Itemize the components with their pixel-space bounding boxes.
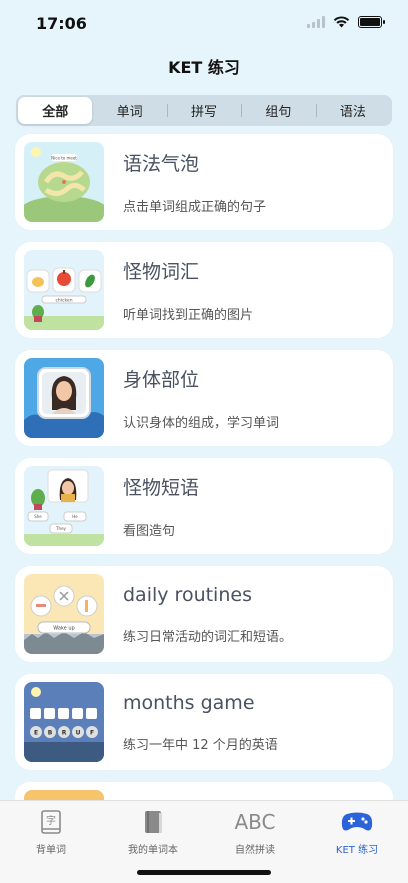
segment-spelling[interactable]: 拼写 xyxy=(166,97,241,124)
tab-label: 自然拼读 xyxy=(235,845,275,856)
segment-grammar[interactable]: 语法 xyxy=(315,97,390,124)
phrase-label-he: He xyxy=(72,514,78,519)
book-char-glyph: 字 xyxy=(46,814,56,827)
status-icons xyxy=(307,16,385,28)
tab-label: 背单词 xyxy=(36,845,66,856)
cellular-signal-icon xyxy=(307,16,325,28)
card-title: daily routines xyxy=(123,583,252,606)
card-subtitle: 练习一年中 12 个月的英语 xyxy=(123,737,278,753)
card-subtitle: 练习日常活动的词汇和短语。 xyxy=(123,629,293,645)
grammar-thumb-label: Nice to meet xyxy=(51,156,77,161)
daily-routine-thumb-label: Wake up xyxy=(53,626,74,632)
tab-label: 我的单词本 xyxy=(128,845,178,856)
card-subtitle: 点击单词组成正确的句子 xyxy=(123,200,267,215)
notebook-icon xyxy=(137,808,169,836)
phrase-label-they: They xyxy=(55,526,66,531)
card-title: 怪物短语 xyxy=(123,477,200,499)
status-time: 17:06 xyxy=(36,13,87,33)
status-bar: 17:06 xyxy=(0,0,408,44)
month-letter: U xyxy=(76,730,81,737)
card-title: 语法气泡 xyxy=(123,153,200,175)
body-parts-thumbnail xyxy=(24,358,104,438)
abc-icon: ABC xyxy=(235,808,276,836)
book-char-icon: 字 xyxy=(35,808,67,836)
segment-sentences[interactable]: 组句 xyxy=(241,97,315,124)
exercise-card-monster-vocab[interactable]: chicken 怪物词汇 听单词找到正确的图片 xyxy=(15,242,393,338)
tab-label: KET 练习 xyxy=(335,845,379,856)
segment-all[interactable]: 全部 xyxy=(18,97,93,124)
months-game-thumbnail: E B R U F xyxy=(24,682,104,762)
phrase-label-she: She xyxy=(34,514,42,519)
abc-glyph: ABC xyxy=(234,810,276,834)
tab-ket-practice[interactable]: KET 练习 xyxy=(306,801,408,883)
card-title: 怪物词汇 xyxy=(123,261,200,283)
exercise-card-daily-routines[interactable]: Wake up daily routines 练习日常活动的词汇和短语。 xyxy=(15,566,393,662)
card-subtitle: 认识身体的组成，学习单词 xyxy=(123,416,280,431)
card-title: months game xyxy=(123,691,255,714)
tab-memorize-words[interactable]: 字 背单词 xyxy=(0,801,102,883)
monster-phrases-thumbnail: She He They xyxy=(24,466,104,546)
page-title: KET 练习 xyxy=(168,58,240,77)
month-letter: F xyxy=(90,730,94,737)
month-letter: E xyxy=(34,730,38,737)
month-letter: R xyxy=(62,730,67,737)
battery-icon xyxy=(358,16,385,28)
card-subtitle: 看图造句 xyxy=(123,524,176,539)
exercise-list: Nice to meet 语法气泡 点击单词组成正确的句子 chicken 怪物… xyxy=(15,134,393,824)
monster-vocab-thumb-label: chicken xyxy=(55,298,72,304)
grammar-bubbles-thumbnail: Nice to meet xyxy=(24,142,104,222)
exercise-card-body-parts[interactable]: 身体部位 认识身体的组成，学习单词 xyxy=(15,350,393,446)
exercise-card-grammar-bubbles[interactable]: Nice to meet 语法气泡 点击单词组成正确的句子 xyxy=(15,134,393,230)
daily-routines-thumbnail: Wake up xyxy=(24,574,104,654)
card-subtitle: 听单词找到正确的图片 xyxy=(123,308,254,323)
segment-words[interactable]: 单词 xyxy=(92,97,166,124)
month-letter: B xyxy=(48,730,53,737)
exercise-card-months-game[interactable]: E B R U F months game 练习一年中 12 个月的英语 xyxy=(15,674,393,770)
home-indicator xyxy=(137,870,271,875)
gamepad-icon xyxy=(341,808,373,836)
category-segmented-control: 全部 单词 拼写 组句 语法 xyxy=(16,95,392,126)
card-title: 身体部位 xyxy=(123,369,200,391)
monster-vocab-thumbnail: chicken xyxy=(24,250,104,330)
exercise-card-monster-phrases[interactable]: She He They 怪物短语 看图造句 xyxy=(15,458,393,554)
wifi-icon xyxy=(333,16,350,28)
